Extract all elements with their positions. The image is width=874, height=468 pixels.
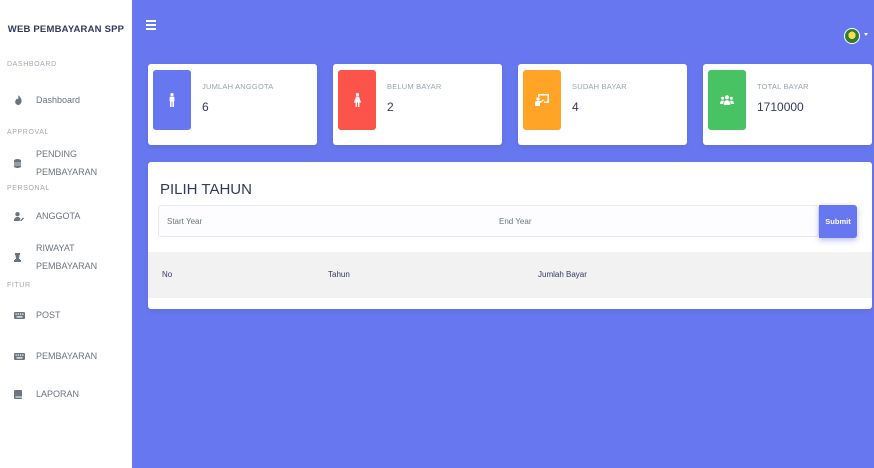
card-icon-box — [338, 70, 376, 130]
stat-card-sudah-bayar: SUDAH BAYAR 4 — [518, 64, 687, 145]
sidebar-item-label-line2: PEMBAYARAN — [36, 167, 98, 177]
panel-title: PILIH TAHUN — [160, 181, 252, 198]
card-value: 1710000 — [757, 100, 804, 114]
sidebar-item-label: ANGGOTA — [36, 211, 81, 221]
sidebar-item-label-line1: RIWAYAT — [36, 243, 75, 253]
menu-header-fitur: FITUR — [7, 282, 31, 289]
column-header-no: No — [162, 270, 173, 279]
sidebar-item-label: PEMBAYARAN — [36, 351, 98, 361]
menu-header-dashboard: DASHBOARD — [7, 61, 57, 68]
sidebar-item-label-line2: PEMBAYARAN — [36, 261, 98, 271]
end-year-input[interactable]: End Year — [499, 217, 531, 226]
caret-down-icon[interactable] — [864, 33, 868, 36]
sidebar-item-label: LAPORAN — [36, 389, 80, 399]
sidebar-item-pembayaran[interactable]: PEMBAYARAN — [0, 337, 132, 375]
user-edit-icon — [14, 211, 27, 221]
users-icon — [720, 95, 734, 105]
sidebar-item-riwayat-pembayaran[interactable]: RIWAYAT PEMBAYARAN — [0, 236, 132, 278]
start-year-input[interactable]: Start Year — [167, 217, 202, 226]
column-header-jumlah-bayar: Jumlah Bayar — [538, 270, 587, 279]
card-value: 6 — [202, 100, 209, 114]
card-value: 4 — [572, 100, 579, 114]
top-navbar — [132, 0, 874, 58]
sidebar: WEB PEMBAYARAN SPP DASHBOARD Dashboard A… — [0, 0, 132, 468]
card-icon-box — [153, 70, 191, 130]
stat-card-belum-bayar: BELUM BAYAR 2 — [333, 64, 502, 145]
sidebar-item-label: Dashboard — [36, 95, 81, 105]
stat-card-jumlah-anggota: JUMLAH ANGGOTA 6 — [148, 64, 317, 145]
card-value: 2 — [387, 100, 394, 114]
menu-header-approval: APPROVAL — [7, 129, 50, 136]
female-icon — [353, 93, 361, 107]
keyboard-icon — [14, 311, 27, 319]
chess-icon — [14, 252, 27, 262]
sidebar-item-anggota[interactable]: ANGGOTA — [0, 196, 132, 236]
table-header: No Tahun Jumlah Bayar — [148, 252, 872, 298]
sidebar-item-post[interactable]: POST — [0, 293, 132, 337]
sidebar-item-dashboard[interactable]: Dashboard — [0, 72, 132, 128]
sidebar-item-laporan[interactable]: LAPORAN — [0, 375, 132, 413]
menu-header-personal: PERSONAL — [7, 185, 50, 192]
column-header-tahun: Tahun — [328, 270, 350, 279]
sidebar-item-label: POST — [36, 310, 61, 320]
sidebar-item-pending-pembayaran[interactable]: PENDING PEMBAYARAN — [0, 140, 132, 186]
sidebar-item-label-line1: PENDING — [36, 149, 78, 159]
stat-card-total-bayar: TOTAL BAYAR 1710000 — [703, 64, 872, 145]
menu-toggle-icon[interactable] — [146, 20, 156, 30]
card-title: JUMLAH ANGGOTA — [202, 82, 274, 91]
year-filter-panel: PILIH TAHUN Start Year End Year Submit N… — [148, 162, 872, 309]
book-icon — [14, 389, 27, 399]
card-title: TOTAL BAYAR — [757, 82, 809, 91]
male-icon — [169, 93, 175, 107]
card-icon-box — [708, 70, 746, 130]
keyboard-icon — [14, 352, 27, 360]
submit-button[interactable]: Submit — [819, 205, 857, 238]
user-avatar[interactable] — [844, 28, 860, 44]
card-icon-box — [523, 70, 561, 130]
card-title: SUDAH BAYAR — [572, 82, 627, 91]
database-icon — [14, 158, 27, 168]
fire-icon — [14, 95, 27, 105]
card-title: BELUM BAYAR — [387, 82, 442, 91]
brand-title[interactable]: WEB PEMBAYARAN SPP — [0, 0, 132, 58]
year-range-input: Start Year End Year — [158, 205, 819, 237]
chalkboard-teacher-icon — [535, 94, 549, 106]
